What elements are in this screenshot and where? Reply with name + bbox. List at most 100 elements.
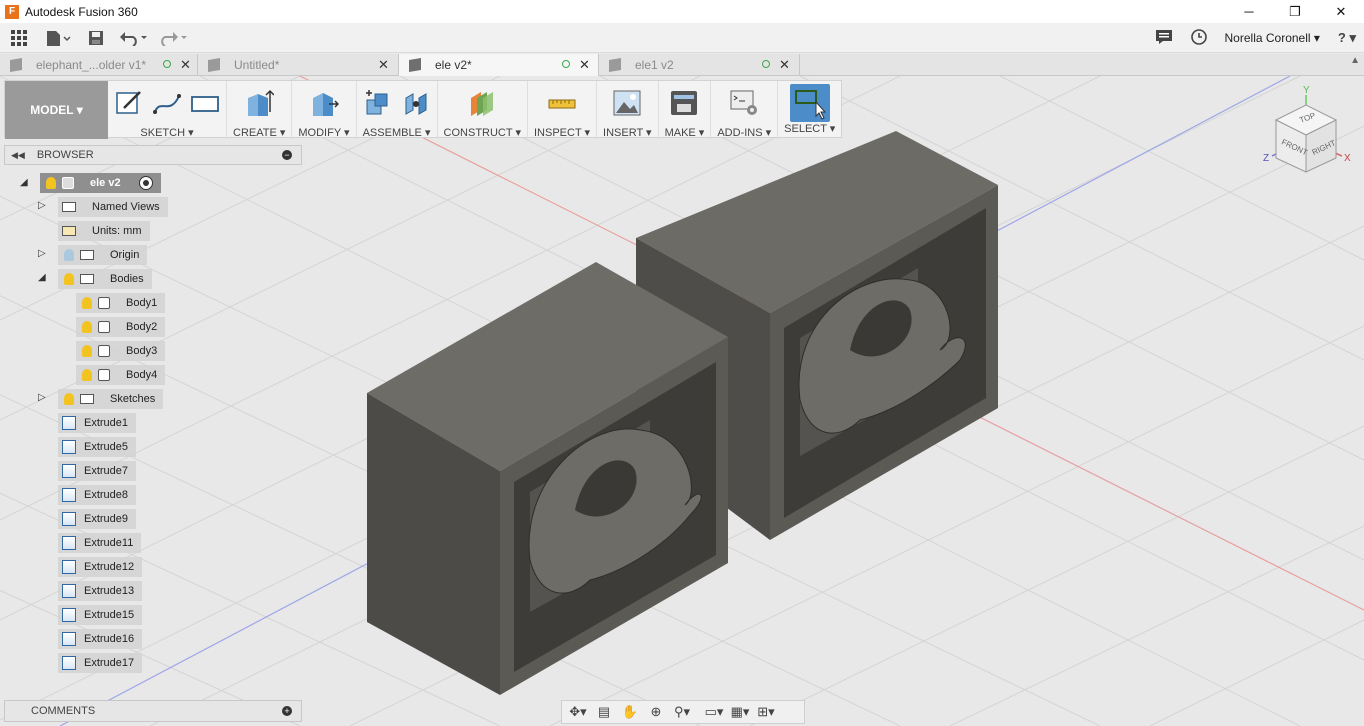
tree-named-views[interactable]: ▷ Named Views xyxy=(38,197,168,217)
fit-icon[interactable]: ⚲▾ xyxy=(672,703,692,721)
measure-icon[interactable] xyxy=(547,88,577,118)
expanded-triangle-icon[interactable]: ◢ xyxy=(38,272,46,283)
minimize-button[interactable]: ─ xyxy=(1226,0,1272,23)
rectangle-icon[interactable] xyxy=(190,88,220,118)
viewports-icon[interactable]: ⊞▾ xyxy=(756,703,776,721)
close-window-button[interactable]: ✕ xyxy=(1318,0,1364,23)
root-node[interactable]: ele v2 xyxy=(40,173,161,193)
create-group[interactable]: CREATE ▾ xyxy=(227,81,293,139)
units-node[interactable]: Units: mm xyxy=(58,221,150,241)
named-views-node[interactable]: Named Views xyxy=(58,197,168,217)
inspect-group[interactable]: INSPECT ▾ xyxy=(528,81,598,139)
close-tab-icon[interactable]: ✕ xyxy=(579,57,590,73)
help-icon[interactable]: ? ▾ xyxy=(1338,30,1356,46)
select-menu-label[interactable]: SELECT ▾ xyxy=(784,122,835,135)
feature-node[interactable]: Extrude15 xyxy=(58,605,143,625)
feature-node[interactable]: Extrude11 xyxy=(58,533,142,553)
viewcube[interactable]: TOP FRONT RIGHT Y Z X xyxy=(1256,80,1356,180)
collapse-browser-icon[interactable]: ◀◀ xyxy=(11,150,25,161)
sketches-node[interactable]: Sketches xyxy=(58,389,164,409)
maximize-button[interactable]: ❐ xyxy=(1272,0,1318,23)
user-account-menu[interactable]: Norella Coronell ▾ xyxy=(1225,31,1320,45)
feature-node[interactable]: Extrude16 xyxy=(58,629,143,649)
feature-extrude[interactable]: Extrude9 xyxy=(58,509,137,529)
feature-extrude[interactable]: Extrude7 xyxy=(58,461,137,481)
add-ins-menu-label[interactable]: ADD-INS ▾ xyxy=(717,126,771,139)
construct-menu-label[interactable]: CONSTRUCT ▾ xyxy=(444,126,521,139)
tree-root[interactable]: ◢ ele v2 xyxy=(20,173,161,193)
select-icon[interactable] xyxy=(789,84,830,122)
visibility-bulb-icon[interactable] xyxy=(82,297,92,309)
undo-icon[interactable] xyxy=(114,25,154,51)
body-node[interactable]: Body4 xyxy=(76,365,166,385)
tree-units[interactable]: Units: mm xyxy=(58,221,150,241)
scripts-icon[interactable] xyxy=(729,88,759,118)
comments-icon[interactable] xyxy=(1155,29,1173,48)
3d-print-icon[interactable] xyxy=(669,88,699,118)
feature-extrude[interactable]: Extrude1 xyxy=(58,413,137,433)
look-at-icon[interactable]: ▤ xyxy=(594,703,614,721)
feature-node[interactable]: Extrude8 xyxy=(58,485,137,505)
sketch-create-icon[interactable] xyxy=(114,88,144,118)
new-component-icon[interactable] xyxy=(363,88,393,118)
joint-icon[interactable] xyxy=(401,88,431,118)
collapsed-triangle-icon[interactable]: ▷ xyxy=(38,392,46,403)
display-settings-icon[interactable]: ▭▾ xyxy=(704,703,724,721)
sketch-menu-label[interactable]: SKETCH ▾ xyxy=(140,126,193,139)
tree-sketches[interactable]: ▷ Sketches xyxy=(38,389,164,409)
make-group[interactable]: MAKE ▾ xyxy=(659,81,712,139)
tab-ele1-v2[interactable]: ele1 v2 ✕ xyxy=(599,54,800,76)
zoom-icon[interactable]: ⊕ xyxy=(646,703,666,721)
feature-node[interactable]: Extrude1 xyxy=(58,413,137,433)
sketch-group[interactable]: SKETCH ▾ xyxy=(108,81,227,139)
origin-node[interactable]: Origin xyxy=(58,245,148,265)
model-canvas[interactable] xyxy=(0,76,1364,726)
visibility-bulb-icon[interactable] xyxy=(82,321,92,333)
add-comment-icon[interactable]: + xyxy=(282,706,292,716)
tree-origin[interactable]: ▷ Origin xyxy=(38,245,148,265)
feature-node[interactable]: Extrude9 xyxy=(58,509,137,529)
visibility-bulb-icon[interactable] xyxy=(64,249,74,261)
body-node[interactable]: Body1 xyxy=(76,293,166,313)
feature-extrude[interactable]: Extrude11 xyxy=(58,533,142,553)
extrude-box-icon[interactable] xyxy=(244,88,275,118)
feature-node[interactable]: Extrude12 xyxy=(58,557,143,577)
insert-menu-label[interactable]: INSERT ▾ xyxy=(603,126,652,139)
construct-group[interactable]: CONSTRUCT ▾ xyxy=(438,81,528,139)
assemble-menu-label[interactable]: ASSEMBLE ▾ xyxy=(363,126,431,139)
body-node[interactable]: Body2 xyxy=(76,317,166,337)
visibility-bulb-icon[interactable] xyxy=(82,369,92,381)
feature-extrude[interactable]: Extrude12 xyxy=(58,557,143,577)
redo-icon[interactable] xyxy=(154,25,194,51)
grid-settings-icon[interactable]: ▦▾ xyxy=(730,703,750,721)
visibility-bulb-icon[interactable] xyxy=(64,393,74,405)
feature-node[interactable]: Extrude17 xyxy=(58,653,143,673)
bodies-node[interactable]: Bodies xyxy=(58,269,152,289)
activate-radio-icon[interactable] xyxy=(138,176,153,190)
feature-extrude[interactable]: Extrude17 xyxy=(58,653,143,673)
offset-plane-icon[interactable] xyxy=(467,88,497,118)
tree-body[interactable]: Body3 xyxy=(76,341,166,361)
close-tab-icon[interactable]: ✕ xyxy=(378,57,389,73)
feature-node[interactable]: Extrude13 xyxy=(58,581,143,601)
tab-untitled[interactable]: Untitled* ✕ xyxy=(198,54,399,76)
modify-group[interactable]: MODIFY ▾ xyxy=(292,81,357,139)
collapsed-triangle-icon[interactable]: ▷ xyxy=(38,200,46,211)
tab-elephant[interactable]: elephant_...older v1* ✕ xyxy=(0,54,198,76)
insert-image-icon[interactable] xyxy=(612,88,642,118)
feature-extrude[interactable]: Extrude8 xyxy=(58,485,137,505)
tree-bodies[interactable]: ◢ Bodies xyxy=(38,269,152,289)
body-node[interactable]: Body3 xyxy=(76,341,166,361)
data-panel-grid-icon[interactable] xyxy=(0,25,38,51)
tree-body[interactable]: Body1 xyxy=(76,293,166,313)
tab-ele-v2[interactable]: ele v2* ✕ xyxy=(399,54,599,76)
orbit-icon[interactable]: ✥▾ xyxy=(568,703,588,721)
expanded-triangle-icon[interactable]: ◢ xyxy=(20,177,28,188)
canvas-viewport[interactable] xyxy=(0,76,1364,726)
save-icon[interactable] xyxy=(78,25,114,51)
collapsed-triangle-icon[interactable]: ▷ xyxy=(38,248,46,259)
press-pull-icon[interactable] xyxy=(309,88,339,118)
minimize-browser-icon[interactable]: − xyxy=(282,150,292,160)
comments-panel-header[interactable]: COMMENTS + xyxy=(4,700,302,722)
select-group[interactable]: SELECT ▾ xyxy=(778,81,841,139)
